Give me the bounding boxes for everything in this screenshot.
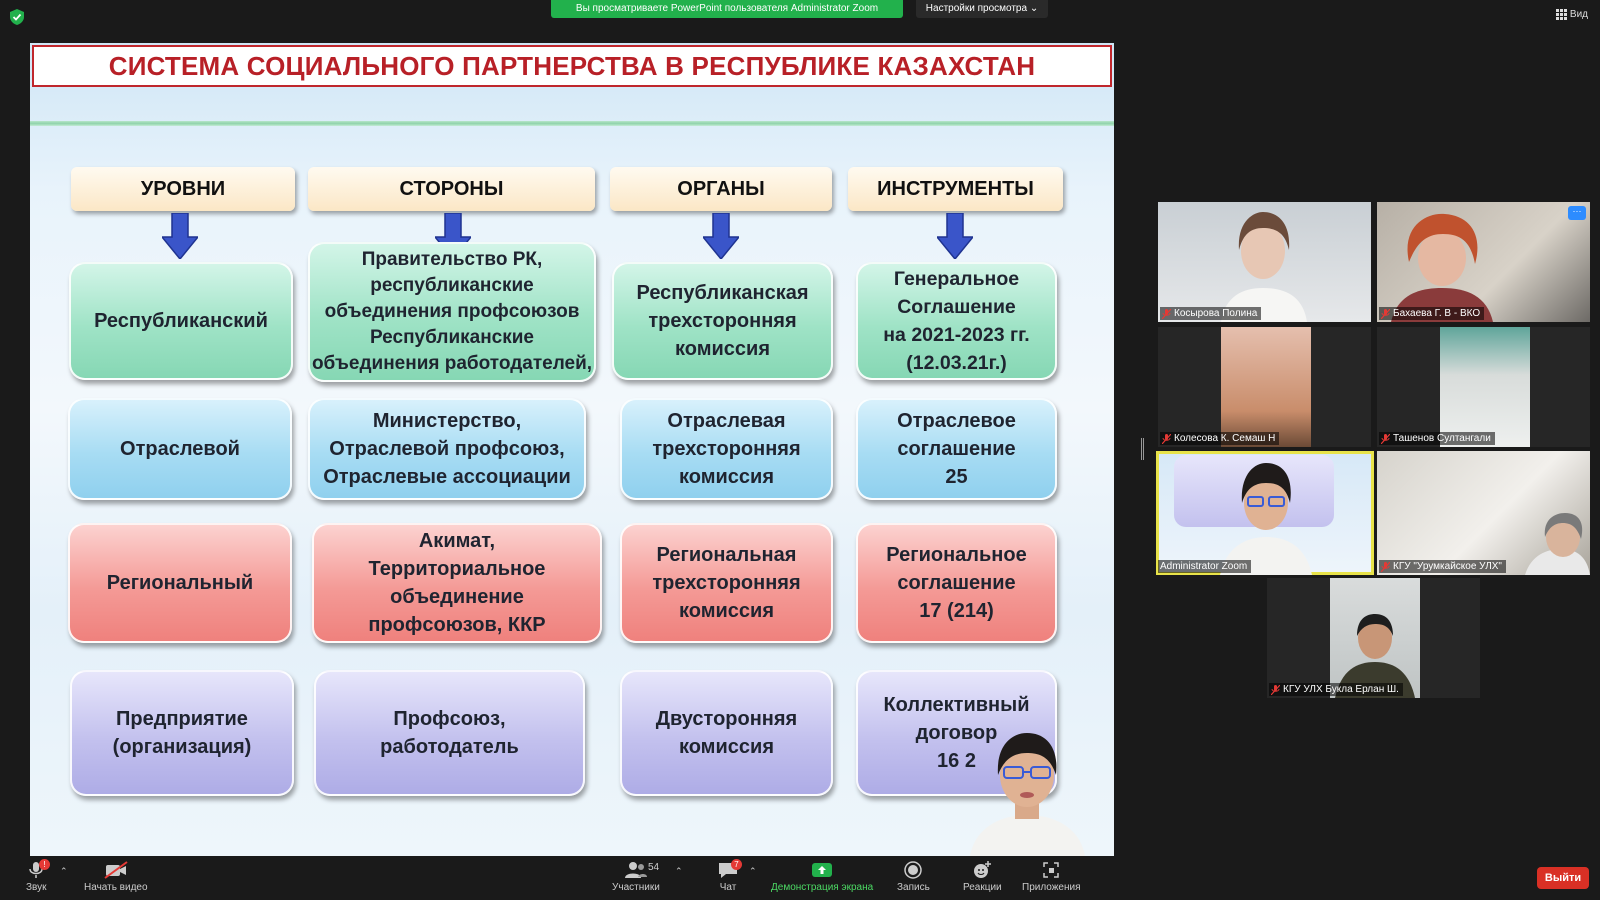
cell-instruments-regional: Региональное соглашение 17 (214) <box>856 523 1057 643</box>
participant-tile-active-speaker[interactable]: Administrator Zoom <box>1156 451 1374 575</box>
column-header-levels: УРОВНИ <box>71 167 295 211</box>
participant-name-tag: КГУ УЛХ Букла Ерлан Ш. <box>1269 683 1403 696</box>
participant-tile[interactable]: КГУ "Урумкайское УЛХ" <box>1377 451 1590 575</box>
reactions-button[interactable]: Реакции <box>963 860 1002 893</box>
mic-muted-icon <box>1271 684 1280 695</box>
cell-level-enterprise: Предприятие (организация) <box>70 670 294 796</box>
slide-divider <box>30 121 1114 126</box>
panel-resize-handle[interactable] <box>1141 438 1144 460</box>
mic-muted-icon <box>1162 308 1171 319</box>
cell-instruments-sectoral: Отраслевое соглашение 25 <box>856 398 1057 500</box>
chat-options-caret-icon[interactable]: ⌃ <box>749 866 757 877</box>
mic-muted-icon <box>1381 433 1390 444</box>
participant-name-tag: Бахаева Г. В - ВКО <box>1379 307 1485 320</box>
chat-button[interactable]: 7 Чат <box>717 859 742 893</box>
down-arrow-icon <box>162 213 198 259</box>
cell-bodies-enterprise: Двусторонняя комиссия <box>620 670 833 796</box>
reactions-icon <box>974 861 992 878</box>
participants-icon <box>624 862 647 878</box>
apps-button[interactable]: Приложения <box>1022 860 1081 893</box>
participant-tile[interactable]: Колесова К. Семаш Н <box>1158 327 1371 447</box>
mic-muted-icon <box>1381 308 1390 319</box>
audio-options-caret-icon[interactable]: ⌃ <box>60 866 68 877</box>
participant-tile[interactable]: КГУ УЛХ Букла Ерлан Ш. <box>1267 578 1480 698</box>
cell-level-sectoral: Отраслевой <box>68 398 292 500</box>
participant-name-tag: Колесова К. Семаш Н <box>1160 432 1280 445</box>
slide-title: СИСТЕМА СОЦИАЛЬНОГО ПАРТНЕРСТВА В РЕСПУБ… <box>32 45 1112 87</box>
participant-tile[interactable]: Косырова Полина <box>1158 202 1371 322</box>
cell-level-regional: Региональный <box>68 523 292 643</box>
share-screen-button[interactable]: Демонстрация экрана <box>771 860 873 893</box>
cell-parties-sectoral: Министерство, Отраслевой профсоюз, Отрас… <box>308 398 586 500</box>
apps-icon <box>1043 862 1059 878</box>
participant-video-icon <box>1440 327 1530 447</box>
audio-label: Звук <box>26 882 47 893</box>
record-label: Запись <box>897 882 930 893</box>
meeting-toolbar: ! Звук ⌃ Начать видео Участники 54 ⌃ 7 Ч… <box>0 856 1600 900</box>
column-header-bodies: ОРГАНЫ <box>610 167 832 211</box>
zoom-window: Вы просматриваете PowerPoint пользовател… <box>0 0 1600 900</box>
view-options-dropdown[interactable]: Настройки просмотра ⌄ <box>916 0 1048 18</box>
apps-label: Приложения <box>1022 882 1081 893</box>
column-header-instruments: ИНСТРУМЕНТЫ <box>848 167 1063 211</box>
record-icon <box>904 861 923 879</box>
participant-name: Бахаева Г. В - ВКО <box>1393 308 1481 319</box>
participant-name: Колесова К. Семаш Н <box>1174 433 1276 444</box>
participant-name: Administrator Zoom <box>1160 561 1248 572</box>
view-button[interactable]: Вид <box>1555 9 1588 20</box>
chat-unread-badge: 7 <box>731 859 742 870</box>
participants-options-caret-icon[interactable]: ⌃ <box>675 866 683 877</box>
chat-label: Чат <box>719 882 737 893</box>
grid-view-icon <box>1555 9 1567 20</box>
participant-name-tag: Косырова Полина <box>1160 307 1262 320</box>
presenter-camera-overlay <box>970 733 1085 856</box>
participant-name-tag: КГУ "Урумкайское УЛХ" <box>1379 560 1506 573</box>
leave-meeting-button[interactable]: Выйти <box>1537 867 1589 889</box>
shared-slide: СИСТЕМА СОЦИАЛЬНОГО ПАРТНЕРСТВА В РЕСПУБ… <box>30 43 1114 856</box>
cell-bodies-regional: Региональная трехсторонняя комиссия <box>620 523 833 643</box>
cell-bodies-sectoral: Отраслевая трехсторонняя комиссия <box>620 398 833 500</box>
participant-name-tag: Administrator Zoom <box>1158 560 1252 573</box>
down-arrow-icon <box>937 213 973 259</box>
cell-instruments-republican: Генеральное Соглашение на 2021-2023 гг. … <box>856 262 1057 380</box>
participant-name: Косырова Полина <box>1174 308 1258 319</box>
participant-name: КГУ УЛХ Букла Ерлан Ш. <box>1283 684 1399 695</box>
participant-video-icon <box>1220 463 1312 575</box>
cell-parties-regional: Акимат, Территориальное объединение проф… <box>312 523 602 643</box>
participant-tile[interactable]: ··· Бахаева Г. В - ВКО <box>1377 202 1590 322</box>
audio-warning-badge: ! <box>39 859 50 870</box>
share-screen-icon <box>812 863 833 877</box>
start-video-button[interactable]: Начать видео <box>84 860 148 893</box>
column-header-parties: СТОРОНЫ <box>308 167 595 211</box>
participant-name: Ташенов Султангали <box>1393 433 1491 444</box>
share-screen-label: Демонстрация экрана <box>771 882 874 893</box>
start-video-label: Начать видео <box>84 882 148 893</box>
cell-level-republican: Республиканский <box>69 262 293 380</box>
participant-name: КГУ "Урумкайское УЛХ" <box>1393 561 1502 572</box>
video-off-icon <box>104 861 128 879</box>
participant-name-tag: Ташенов Султангали <box>1379 432 1495 445</box>
view-button-label: Вид <box>1569 9 1588 20</box>
viewing-banner: Вы просматриваете PowerPoint пользовател… <box>551 0 903 18</box>
audio-button[interactable]: ! Звук <box>26 859 50 893</box>
cell-parties-enterprise: Профсоюз, работодатель <box>314 670 585 796</box>
security-shield-icon[interactable] <box>10 9 24 25</box>
participants-count: 54 <box>648 862 660 873</box>
more-options-icon[interactable]: ··· <box>1568 206 1586 220</box>
mic-muted-icon <box>1381 561 1390 572</box>
reactions-label: Реакции <box>963 882 1002 893</box>
participant-tile[interactable]: Ташенов Султангали <box>1377 327 1590 447</box>
mic-muted-icon <box>1162 433 1171 444</box>
cell-bodies-republican: Республиканская трехсторонняя комиссия <box>612 262 833 380</box>
participant-video-icon <box>1391 213 1493 322</box>
participant-video-icon <box>1525 513 1590 575</box>
cell-parties-republican: Правительство РК, республиканские объеди… <box>308 242 596 382</box>
participant-video-icon <box>1221 212 1307 322</box>
participant-video-icon <box>1221 327 1311 447</box>
record-button[interactable]: Запись <box>897 860 930 893</box>
participants-label: Участники <box>612 882 660 893</box>
down-arrow-icon <box>703 213 739 259</box>
